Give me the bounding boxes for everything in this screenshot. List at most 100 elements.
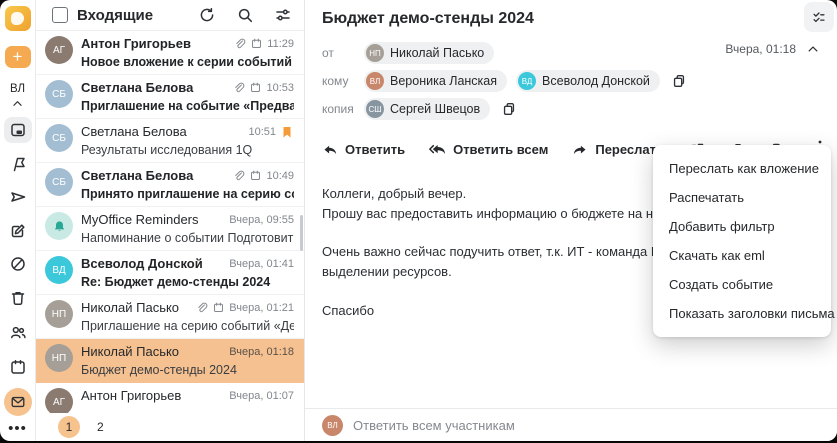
- calendar-icon: [251, 82, 261, 92]
- message-subject: Новое вложение к серии событий «Аналити.…: [81, 55, 294, 69]
- tasks-panel-toggle[interactable]: [804, 2, 834, 32]
- list-item[interactable]: СБ Светлана Белова 10:51 Результаты иссл…: [36, 119, 304, 163]
- avatar: НП: [45, 300, 73, 328]
- search-icon[interactable]: [236, 6, 254, 24]
- bookmark-flag-icon: [283, 126, 291, 137]
- more-apps-icon[interactable]: •••: [8, 421, 27, 436]
- menu-item-forward-as-attachment[interactable]: Переслать как вложение: [653, 154, 831, 183]
- message-meta: от НП Николай Пасько кому ВЛ Вероника Ла…: [305, 28, 837, 120]
- account-initials[interactable]: ВЛ: [10, 83, 25, 95]
- message-list-panel: Входящие АГ Антон Григорьев 11:29 Новое …: [36, 0, 305, 441]
- contact-name: Вероника Ланская: [390, 74, 498, 88]
- calendar-app-icon[interactable]: [4, 353, 32, 381]
- paperclip-icon: [235, 170, 245, 181]
- sender-name: Светлана Белова: [81, 124, 187, 139]
- menu-item-create-event[interactable]: Создать событие: [653, 270, 831, 299]
- folder-drafts-icon[interactable]: [4, 217, 32, 244]
- to-contact-chip[interactable]: ВД Всеволод Донской: [516, 70, 660, 92]
- list-item[interactable]: MyOffice Reminders Вчера, 09:55 Напомина…: [36, 207, 304, 251]
- message-title: Бюджет демо-стенды 2024: [322, 10, 534, 27]
- sender-name: Николай Пасько: [81, 344, 180, 359]
- list-item-selected[interactable]: НП Николай Пасько Вчера, 01:18 Бюджет де…: [36, 339, 304, 383]
- calendar-icon: [252, 38, 262, 48]
- folder-flagged-icon[interactable]: [4, 150, 32, 177]
- select-all-checkbox[interactable]: [52, 7, 68, 23]
- avatar: ВД: [518, 72, 537, 90]
- reply-all-button[interactable]: Ответить всем: [429, 141, 548, 158]
- account-collapse-icon[interactable]: [11, 97, 24, 110]
- sender-name: Антон Григорьев: [81, 388, 182, 403]
- mail-app-icon[interactable]: [3, 388, 32, 417]
- quick-reply-placeholder: Ответить всем участникам: [353, 417, 515, 433]
- message-subject: Приглашение на событие «Предварительно..…: [81, 99, 294, 113]
- reply-button[interactable]: Ответить: [322, 142, 405, 158]
- copy-recipients-icon[interactable]: [671, 73, 687, 89]
- avatar: ВД: [45, 256, 73, 284]
- filter-settings-icon[interactable]: [274, 6, 292, 24]
- avatar: НП: [45, 344, 73, 372]
- list-scrollbar[interactable]: [300, 215, 303, 251]
- calendar-icon: [214, 302, 224, 312]
- avatar: НП: [366, 44, 384, 62]
- menu-item-print[interactable]: Распечатать: [653, 183, 831, 212]
- folder-spam-icon[interactable]: [4, 251, 32, 278]
- menu-item-add-filter[interactable]: Добавить фильтр: [653, 212, 831, 241]
- list-item[interactable]: АГ Антон Григорьев 11:29 Новое вложение …: [36, 31, 304, 75]
- app-window: + ВЛ ••• Входящие АГ Антон Григорьев 11:…: [0, 0, 837, 441]
- list-header: Входящие: [36, 0, 304, 31]
- folder-inbox-icon[interactable]: [3, 116, 32, 144]
- paperclip-icon: [235, 82, 245, 93]
- bell-icon: [54, 220, 64, 231]
- cc-contact-chip[interactable]: СШ Сергей Швецов: [364, 98, 491, 120]
- compose-new-button[interactable]: +: [4, 45, 31, 68]
- page-1-button[interactable]: 1: [58, 416, 80, 438]
- contact-name: Сергей Швецов: [390, 102, 481, 116]
- sender-name: Светлана Белова: [81, 80, 194, 95]
- avatar: СБ: [45, 124, 73, 152]
- collapse-message-icon[interactable]: [806, 42, 820, 56]
- calendar-icon: [251, 170, 261, 180]
- list-item[interactable]: НП Николай Пасько Вчера, 01:21 Приглашен…: [36, 295, 304, 339]
- message-time: Вчера, 01:41: [229, 257, 294, 270]
- copy-cc-icon[interactable]: [501, 101, 517, 117]
- avatar: СБ: [45, 80, 73, 108]
- reminder-bell-avatar: [45, 212, 73, 240]
- menu-item-show-headers[interactable]: Показать заголовки письма: [653, 299, 835, 328]
- message-time: Вчера, 01:18: [229, 345, 294, 358]
- message-subject: Напоминание о событии Подготовить отчет.…: [81, 231, 294, 245]
- list-item[interactable]: СБ Светлана Белова 10:49 Принято приглаш…: [36, 163, 304, 207]
- message-subject: Re: Бюджет демо-стенды 2024: [81, 275, 271, 289]
- app-logo-icon: [4, 6, 31, 31]
- from-contact-chip[interactable]: НП Николай Пасько: [364, 42, 495, 64]
- quick-reply-bar[interactable]: ВЛ Ответить всем участникам: [305, 408, 837, 441]
- message-time: Вчера, 01:21: [229, 301, 294, 314]
- list-item[interactable]: АГ Антон Григорьев Вчера, 01:07: [36, 383, 304, 413]
- avatar: СБ: [45, 168, 73, 196]
- message-subject: Приглашение на серию событий «Демо стен.…: [81, 319, 294, 333]
- sender-name: Светлана Белова: [81, 168, 194, 183]
- folder-title: Входящие: [77, 6, 154, 24]
- sender-name: Николай Пасько: [81, 300, 180, 315]
- message-time: 10:51: [248, 125, 276, 138]
- message-context-menu: Переслать как вложение Распечатать Добав…: [653, 145, 835, 337]
- refresh-icon[interactable]: [198, 6, 216, 24]
- to-contact-chip[interactable]: ВЛ Вероника Ланская: [364, 70, 508, 92]
- message-time: 11:29: [267, 37, 294, 50]
- contacts-icon[interactable]: [4, 318, 32, 346]
- sender-name: Всеволод Донской: [81, 256, 203, 271]
- menu-item-download-eml[interactable]: Скачать как eml: [653, 241, 831, 270]
- message-rows: АГ Антон Григорьев 11:29 Новое вложение …: [36, 31, 304, 413]
- page-2-button[interactable]: 2: [97, 420, 104, 434]
- message-time: 10:49: [266, 169, 294, 182]
- list-item[interactable]: ВД Всеволод Донской Вчера, 01:41 Re: Бюд…: [36, 251, 304, 295]
- to-label: кому: [322, 74, 349, 88]
- app-rail: + ВЛ •••: [0, 0, 36, 441]
- list-item[interactable]: СБ Светлана Белова 10:53 Приглашение на …: [36, 75, 304, 119]
- folder-trash-icon[interactable]: [4, 284, 32, 311]
- avatar: АГ: [45, 388, 73, 413]
- forward-button[interactable]: Переслать: [572, 142, 664, 158]
- sender-name: Антон Григорьев: [81, 36, 191, 51]
- message-time: 10:53: [266, 81, 294, 94]
- contact-name: Николай Пасько: [390, 46, 485, 60]
- folder-sent-icon[interactable]: [4, 184, 32, 211]
